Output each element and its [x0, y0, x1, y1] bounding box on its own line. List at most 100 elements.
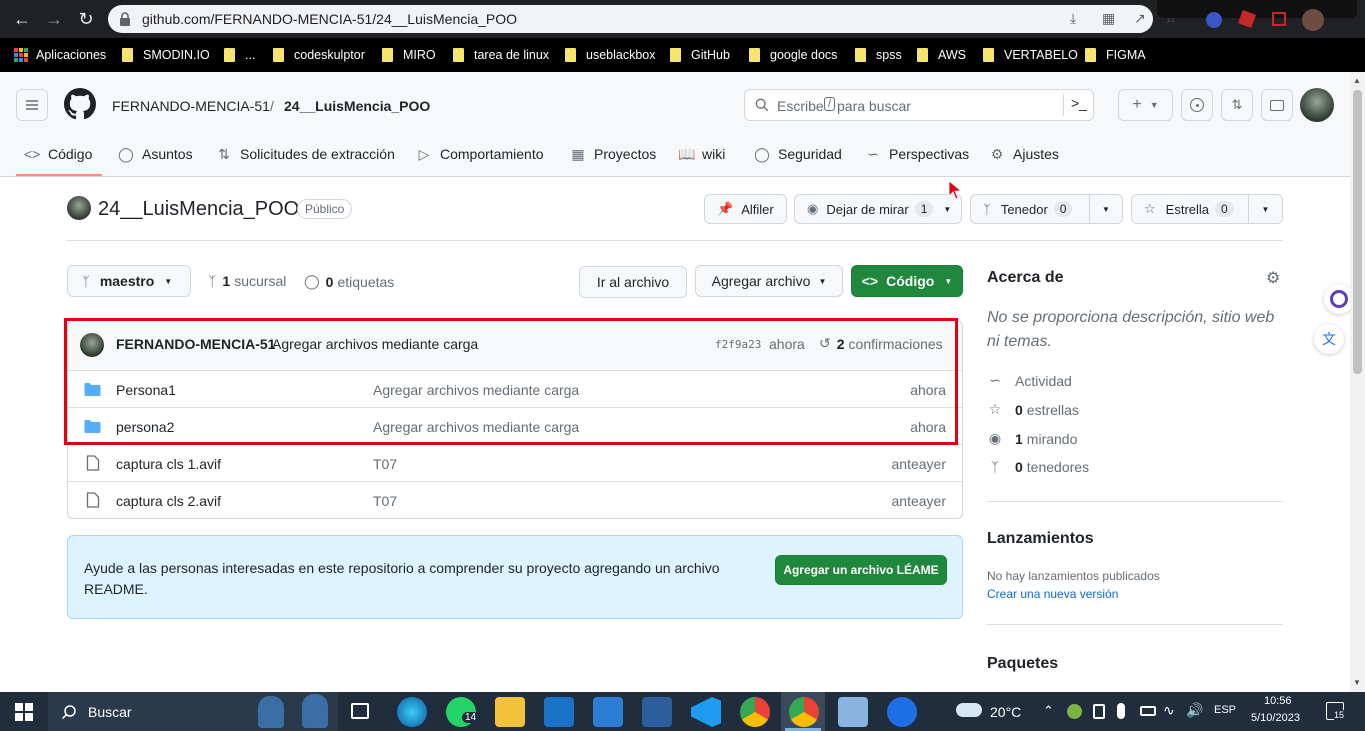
go-to-file-button[interactable]: Ir al archivo [579, 266, 687, 298]
reload-icon[interactable]: ↻ [74, 7, 98, 31]
bookmark-item[interactable]: google docs [749, 47, 837, 63]
file-commit-message[interactable]: T07 [373, 456, 397, 472]
bookmark-item[interactable]: tarea de linux [453, 47, 549, 63]
chrome-profile-icon[interactable] [789, 697, 819, 727]
file-commit-message[interactable]: T07 [373, 493, 397, 509]
create-release-link[interactable]: Crear una nueva versión [987, 587, 1118, 601]
share-icon[interactable]: ↗ [1134, 10, 1146, 27]
star-button[interactable]: ☆ Estrella 0 [1131, 194, 1249, 224]
releases-title[interactable]: Lanzamientos [987, 530, 1094, 548]
mail-icon[interactable] [544, 697, 574, 727]
branches-link[interactable]: ᛉ 1 sucursal [208, 273, 286, 289]
packages-title[interactable]: Paquetes [987, 655, 1058, 673]
bookmark-item[interactable]: SMODIN.IO [122, 47, 210, 63]
issues-button[interactable] [1181, 89, 1213, 121]
command-palette-icon[interactable]: >_ [1071, 95, 1087, 111]
tab-insights[interactable]: ∽ Perspectivas [865, 145, 969, 163]
fork-button[interactable]: ᛉ Tenedor 0 [970, 194, 1090, 224]
inbox-button[interactable] [1261, 89, 1293, 121]
scroll-up-icon[interactable]: ▲ [1353, 76, 1361, 85]
tray-app-icon[interactable] [1067, 704, 1082, 719]
tab-wiki[interactable]: 📖 wiki [678, 145, 725, 163]
bookmark-item[interactable]: VERTABELO [983, 47, 1078, 63]
tab-settings[interactable]: ⚙ Ajustes [989, 145, 1059, 163]
gear-icon[interactable]: ⚙ [1266, 268, 1280, 288]
file-explorer-icon[interactable] [495, 697, 525, 727]
scroll-down-icon[interactable]: ▼ [1353, 678, 1361, 687]
edge-icon[interactable] [397, 697, 427, 727]
watchers-link[interactable]: ◉ 1 mirando [987, 430, 1078, 447]
github-logo-icon[interactable] [64, 88, 96, 120]
windows-start-icon[interactable] [15, 703, 33, 721]
install-icon[interactable]: ⤓ [1070, 10, 1076, 27]
pull-requests-button[interactable]: ⇅ [1221, 89, 1253, 121]
bookmark-item[interactable]: ... [224, 47, 255, 63]
bookmark-item[interactable]: useblackbox [565, 47, 656, 63]
forward-icon[interactable]: → [42, 7, 66, 31]
bookmark-apps[interactable]: Aplicaciones [14, 47, 106, 63]
pin-button[interactable]: 📌 Alfiler [704, 194, 787, 224]
tab-projects[interactable]: ▦ Proyectos [570, 145, 656, 163]
add-file-button[interactable]: Agregar archivo ▼ [695, 265, 843, 297]
address-bar[interactable]: github.com/FERNANDO-MENCIA-51/24__LuisMe… [108, 5, 1177, 33]
tab-pull-requests[interactable]: ⇅ Solicitudes de extracción [216, 145, 395, 163]
battery-icon[interactable] [1140, 706, 1156, 716]
microphone-icon[interactable] [1117, 703, 1125, 719]
translate-extension-icon[interactable]: 文 [1314, 324, 1344, 354]
tab-code[interactable]: <> Código [24, 145, 92, 163]
star-dropdown-button[interactable]: ▼ [1248, 194, 1283, 224]
scrollbar[interactable]: ▲ ▼ [1350, 72, 1365, 692]
clock-date[interactable]: 5/10/2023 [1251, 712, 1300, 724]
clock-time[interactable]: 10:56 [1264, 695, 1292, 707]
file-row[interactable]: captura cls 1.avif T07 anteayer [68, 444, 962, 481]
stars-link[interactable]: ☆ 0 estrellas [987, 401, 1079, 418]
weather-temp[interactable]: 20°C [990, 704, 1021, 720]
menu-button[interactable] [16, 89, 48, 121]
add-readme-button[interactable]: Agregar un archivo LÉAME [775, 555, 947, 585]
forks-link[interactable]: ᛉ 0 tenedores [987, 459, 1089, 475]
profile-avatar[interactable] [1302, 9, 1324, 31]
scrollbar-thumb[interactable] [1353, 90, 1362, 374]
tab-issues[interactable]: ◯ Asuntos [118, 145, 192, 163]
activity-link[interactable]: ∽ Actividad [987, 372, 1072, 389]
extension-icon[interactable] [1272, 12, 1286, 26]
chevron-up-icon[interactable]: ⌃ [1043, 703, 1054, 719]
vscode-icon[interactable] [691, 697, 721, 727]
bookmark-item[interactable]: FIGMA [1085, 47, 1146, 63]
fork-dropdown-button[interactable]: ▼ [1089, 194, 1123, 224]
wifi-icon[interactable]: ∿ [1163, 702, 1175, 719]
file-name[interactable]: captura cls 1.avif [116, 456, 221, 472]
code-dropdown-button[interactable]: <> Código ▼ [851, 265, 963, 297]
tab-actions[interactable]: ▷ Comportamiento [416, 145, 544, 163]
store-icon[interactable] [593, 697, 623, 727]
branch-select[interactable]: ᛉ maestro ▼ [67, 265, 191, 297]
bookmark-item[interactable]: spss [855, 47, 902, 63]
chrome-icon[interactable] [740, 697, 770, 727]
app-icon[interactable] [642, 697, 672, 727]
task-view-icon[interactable] [351, 703, 369, 719]
taskbar-search[interactable]: Buscar [48, 692, 338, 731]
bookmark-item[interactable]: MIRO [382, 47, 436, 63]
zoom-icon[interactable] [887, 697, 917, 727]
bookmark-item[interactable]: AWS [917, 47, 966, 63]
repo-link[interactable]: 24__LuisMencia_POO [284, 98, 430, 114]
tray-device-icon[interactable] [1093, 704, 1105, 719]
repo-title[interactable]: 24__LuisMencia_POO [98, 198, 299, 221]
bookmark-item[interactable]: codeskulptor [273, 47, 365, 63]
volume-icon[interactable]: 🔊 [1186, 702, 1203, 719]
create-new-button[interactable]: + ▼ [1118, 89, 1173, 121]
virtualbox-icon[interactable] [838, 697, 868, 727]
translate-icon[interactable]: ▦ [1102, 10, 1115, 27]
user-avatar[interactable] [1300, 88, 1334, 122]
unwatch-button[interactable]: ◉ Dejar de mirar 1 ▼ [794, 194, 962, 224]
tab-security[interactable]: ◯ Seguridad [754, 145, 842, 163]
file-row[interactable]: captura cls 2.avif T07 anteayer [68, 481, 962, 518]
language-indicator[interactable]: ESP [1214, 704, 1236, 716]
back-icon[interactable]: ← [10, 7, 34, 31]
extension-icon[interactable] [1206, 12, 1222, 28]
tags-link[interactable]: ◯ 0 etiquetas [304, 273, 394, 290]
file-name[interactable]: captura cls 2.avif [116, 493, 221, 509]
bookmark-item[interactable]: GitHub [670, 47, 730, 63]
search-input[interactable]: Escribe / para buscar >_ [744, 89, 1094, 121]
owner-link[interactable]: FERNANDO-MENCIA-51 [112, 98, 270, 114]
